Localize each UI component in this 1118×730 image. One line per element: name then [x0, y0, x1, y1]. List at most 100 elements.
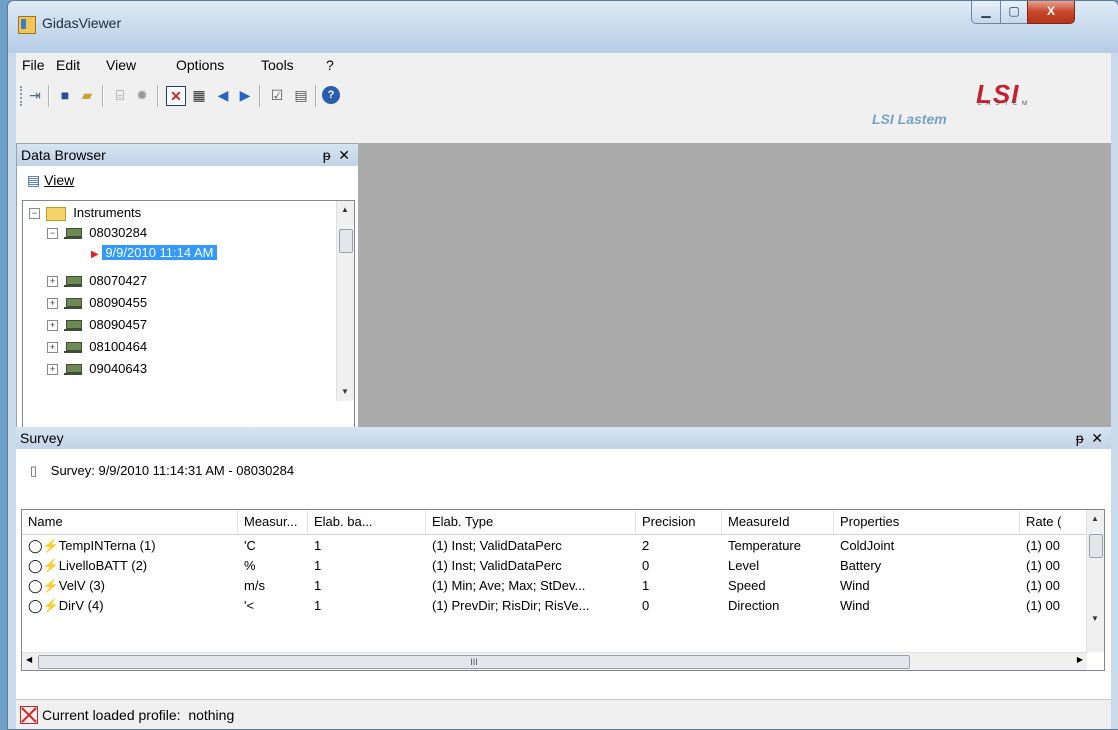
column-header-rate[interactable]: Rate (: [1020, 510, 1087, 534]
list-row[interactable]: ◯⚡TempINTerna (1) 'C 1 (1) Inst; ValidDa…: [22, 536, 1087, 556]
expand-icon[interactable]: +: [47, 298, 58, 310]
minimize-button[interactable]: ▁: [971, 1, 1001, 24]
tree-item-survey[interactable]: ▶ 9/9/2010 11:14 AM: [91, 243, 217, 263]
expand-icon[interactable]: +: [47, 276, 58, 288]
cell-name: ◯⚡TempINTerna (1): [22, 536, 238, 556]
data-browser-title: Data Browser: [21, 147, 106, 163]
pin-icon[interactable]: ᵽ: [1076, 430, 1084, 446]
grid-icon[interactable]: ▦: [190, 86, 208, 104]
measures-list[interactable]: Name Measur... Elab. ba... Elab. Type Pr…: [21, 509, 1105, 671]
open-folder-icon[interactable]: ▰: [78, 86, 96, 104]
view-button[interactable]: ▤ View: [27, 172, 74, 189]
instrument-icon: [63, 319, 82, 332]
survey-caption-text: Survey: 9/9/2010 11:14:31 AM - 08030284: [50, 463, 295, 478]
tree-item-label: 08070427: [89, 273, 148, 288]
column-header-measure-unit[interactable]: Measur...: [238, 510, 308, 534]
cell-properties: ColdJoint: [840, 538, 895, 553]
menu-edit[interactable]: Edit: [56, 57, 80, 73]
tree-item-instrument[interactable]: + 08100464: [47, 337, 147, 357]
maximize-button[interactable]: ▢: [1000, 1, 1028, 24]
help-icon[interactable]: ?: [322, 86, 340, 104]
expand-icon[interactable]: +: [47, 320, 58, 332]
open-icon[interactable]: ⇥: [26, 86, 44, 104]
menu-tools[interactable]: Tools: [261, 57, 294, 73]
measure-icon: ◯⚡: [28, 538, 59, 553]
collapse-icon[interactable]: −: [29, 208, 40, 220]
scroll-down-icon[interactable]: ▼: [1091, 614, 1099, 623]
tree-item-instruments[interactable]: − Instruments: [29, 203, 141, 223]
instrument-icon: [63, 341, 82, 354]
cell-rate: (1) 00: [1026, 578, 1060, 593]
tree-scroll-thumb[interactable]: [339, 229, 353, 253]
cell-precision: 2: [642, 538, 650, 553]
column-header-measure-id[interactable]: MeasureId: [722, 510, 834, 534]
cell-elab-base: 1: [314, 578, 322, 593]
cell-properties: Wind: [840, 578, 870, 593]
cell-measure-id: Temperature: [728, 538, 801, 553]
scroll-left-icon[interactable]: ◀: [26, 655, 32, 664]
menu-help[interactable]: ?: [326, 57, 334, 73]
cell-precision: 0: [642, 598, 650, 613]
toolbar-grip[interactable]: [20, 86, 25, 106]
survey-panel-controls: ᵽ ✕: [1076, 427, 1103, 449]
collapse-icon[interactable]: −: [47, 228, 58, 240]
menu-bar: File Edit View Options Tools ?: [16, 53, 1111, 77]
list-row[interactable]: ◯⚡DirV (4) '< 1 (1) PrevDir; RisDir; Ris…: [22, 596, 1087, 616]
tree-item-instrument[interactable]: − 08030284: [47, 223, 147, 243]
title-bar[interactable]: GidasViewer ▁ ▢ X: [8, 1, 1118, 53]
tree-item-instrument[interactable]: + 08070427: [47, 271, 147, 291]
tree-scrollbar[interactable]: ▲ ▼: [336, 201, 354, 401]
app-icon: [18, 16, 36, 34]
previous-icon[interactable]: ◀: [214, 86, 232, 104]
list-scroll-thumb[interactable]: [1089, 534, 1103, 558]
list-header: Name Measur... Elab. ba... Elab. Type Pr…: [22, 510, 1087, 535]
column-header-properties[interactable]: Properties: [834, 510, 1020, 534]
cell-precision: 0: [642, 558, 650, 573]
tree-item-instrument[interactable]: + 08090455: [47, 293, 147, 313]
scroll-down-icon[interactable]: ▼: [341, 387, 349, 396]
toolbar-separator: [157, 85, 159, 107]
list-row[interactable]: ◯⚡LivelloBATT (2) % 1 (1) Inst; ValidDat…: [22, 556, 1087, 576]
lsi-lastem-logo: LSI LASTEM: [976, 79, 1094, 111]
cell-measure-id: Direction: [728, 598, 780, 613]
cell-name-text: TempINTerna (1): [58, 538, 156, 553]
column-header-elab-type[interactable]: Elab. Type: [426, 510, 636, 534]
survey-panel-title: Survey: [20, 430, 64, 446]
toolbar: ⇥ ■ ▰ ⌸ ✹ ✕ ▦ ◀ ▶ ☑ ▤ ? LSI LASTEM: [16, 77, 1111, 116]
tree-item-instrument[interactable]: + 09040643: [47, 359, 147, 379]
cell-name-text: DirV (4): [58, 598, 104, 613]
expand-icon[interactable]: +: [47, 364, 58, 376]
menu-view[interactable]: View: [106, 57, 136, 73]
report-icon[interactable]: ▤: [292, 86, 310, 104]
list-hscroll-thumb[interactable]: III: [38, 655, 910, 669]
list-row[interactable]: ◯⚡VelV (3) m/s 1 (1) Min; Ave; Max; StDe…: [22, 576, 1087, 596]
list-horizontal-scrollbar[interactable]: ◀ III ▶: [22, 652, 1087, 670]
settings-icon[interactable]: ✹: [133, 86, 151, 104]
list-vertical-scrollbar[interactable]: ▲ ▼: [1086, 510, 1104, 652]
clear-profile-icon[interactable]: ✕: [166, 86, 186, 106]
next-icon[interactable]: ▶: [236, 86, 254, 104]
pin-icon[interactable]: ᵽ: [323, 147, 331, 163]
save-icon[interactable]: ■: [56, 86, 74, 104]
scroll-right-icon[interactable]: ▶: [1077, 655, 1083, 664]
cell-elab-base: 1: [314, 558, 322, 573]
scroll-up-icon[interactable]: ▲: [1091, 514, 1099, 523]
tree-item-label: 09040643: [89, 361, 148, 376]
column-header-name[interactable]: Name: [22, 510, 238, 534]
document-area: [358, 143, 1111, 428]
chart-icon[interactable]: ☑: [268, 86, 286, 104]
device-icon[interactable]: ⌸: [111, 86, 129, 104]
menu-file[interactable]: File: [22, 57, 45, 73]
expand-icon[interactable]: +: [47, 342, 58, 354]
menu-options[interactable]: Options: [176, 57, 224, 73]
tree-item-instrument[interactable]: + 08090457: [47, 315, 147, 335]
client-area: File Edit View Options Tools ? ⇥ ■ ▰ ⌸ ✹…: [16, 53, 1111, 729]
scroll-up-icon[interactable]: ▲: [341, 205, 349, 214]
column-header-elab-base[interactable]: Elab. ba...: [308, 510, 426, 534]
measure-icon: ◯⚡: [28, 578, 59, 593]
cell-name-text: LivelloBATT (2): [58, 558, 148, 573]
close-icon[interactable]: ✕: [1091, 430, 1103, 446]
close-button[interactable]: X: [1027, 1, 1075, 24]
close-icon[interactable]: ✕: [338, 147, 350, 163]
column-header-precision[interactable]: Precision: [636, 510, 722, 534]
